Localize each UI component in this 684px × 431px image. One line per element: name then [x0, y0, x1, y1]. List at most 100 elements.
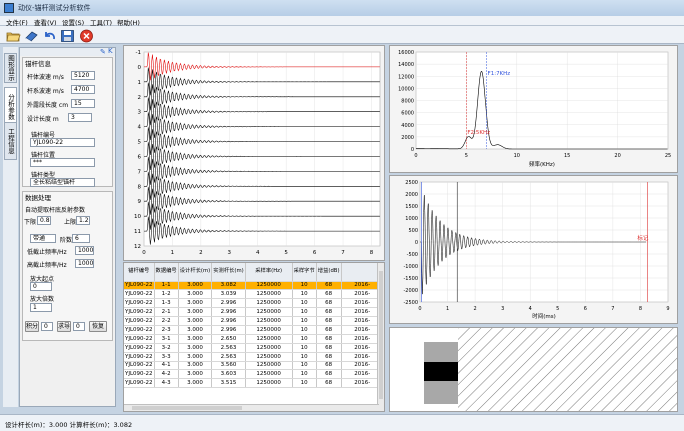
- table-cell: YJL090-22: [124, 281, 155, 291]
- table-row[interactable]: YJL090-22 3-3 3.000 2.563 1250000 10 68 2016-: [124, 352, 384, 362]
- table-cell: 3.082: [211, 281, 246, 291]
- amp-factor-input[interactable]: 1: [30, 303, 52, 312]
- table-header[interactable]: 采样率(Hz): [245, 263, 293, 282]
- tab-graph-display[interactable]: 图形显示: [4, 53, 17, 83]
- table-row[interactable]: YJL090-22 2-2 3.000 2.996 1250000 10 68 2016-: [124, 316, 384, 326]
- table-row[interactable]: YJL090-22 1-3 3.000 2.996 1250000 10 68 2016-: [124, 298, 384, 309]
- time-x-tick: 4: [529, 306, 532, 312]
- exposed-length-input[interactable]: 15: [71, 99, 95, 108]
- toolbar: [0, 26, 684, 44]
- table-cell: 3.000: [178, 352, 213, 362]
- wave-x-tick: 5: [284, 250, 288, 256]
- wave-y-tick: -1: [136, 50, 141, 56]
- spectrum-chart[interactable]: 02000400060008000100001200014000160000 5 1…: [390, 46, 677, 172]
- upper-limit-input[interactable]: 1.2: [76, 216, 90, 225]
- status-bar: 设计杆长(m)：3.000 计算杆长(m)：3.082: [0, 414, 684, 431]
- table-cell: 1-1: [154, 281, 179, 291]
- anchor-id-input[interactable]: YJL090-22: [30, 138, 95, 147]
- tab-analysis-params[interactable]: 分析参数: [4, 87, 17, 127]
- table-cell: 3.603: [211, 369, 246, 380]
- restore-button[interactable]: 恢复: [89, 321, 107, 332]
- table-horizontal-scrollbar[interactable]: [124, 404, 379, 411]
- spectrum-y-tick: 14000: [398, 62, 414, 68]
- panel-header: ✎ K: [20, 47, 115, 56]
- low-cut-input[interactable]: 1000: [75, 246, 94, 255]
- table-cell: 68: [316, 361, 342, 371]
- table-row[interactable]: YJL090-22 2-1 3.000 2.996 1250000 10 68 2016-: [124, 307, 384, 318]
- spectrum-y-tick: 10000: [398, 86, 414, 92]
- table-row[interactable]: YJL090-22 4-3 3.000 3.515 1250000 10 68 2016-: [124, 378, 384, 389]
- end-marker-label: 标记: [637, 234, 649, 242]
- wave-y-tick: 12: [134, 244, 141, 250]
- table-cell: 1-3: [154, 298, 179, 309]
- table-row[interactable]: YJL090-22 1-1 3.000 3.082 1250000 10 68 2016-: [124, 281, 384, 291]
- table-row[interactable]: YJL090-22 3-1 3.000 2.650 1250000 10 68 2016-: [124, 334, 384, 344]
- f1-label: F1:7KHz: [488, 71, 511, 77]
- anchor-position-input[interactable]: ***: [30, 158, 95, 167]
- table-header[interactable]: 锚杆编号: [124, 263, 155, 282]
- anchor-type-input[interactable]: 全长粘结型锚杆: [30, 178, 95, 187]
- table-cell: 68: [316, 369, 342, 380]
- open-folder-icon[interactable]: [5, 28, 21, 42]
- close-icon[interactable]: [78, 28, 93, 43]
- time-x-tick: 8: [639, 306, 642, 312]
- table-cell: 3.000: [178, 325, 213, 335]
- integral-button[interactable]: 积分: [25, 321, 39, 332]
- table-row[interactable]: YJL090-22 3-2 3.000 2.563 1250000 10 68 2016-: [124, 343, 384, 353]
- eraser-icon[interactable]: [23, 28, 38, 42]
- table-cell: 1250000: [245, 361, 293, 371]
- time-y-tick: -1000: [403, 264, 418, 270]
- time-y-tick: -500: [407, 252, 418, 258]
- wave-y-tick: 6: [138, 154, 142, 160]
- pin-icon[interactable]: ✎: [100, 48, 106, 56]
- amp-start-input[interactable]: 0: [30, 282, 52, 291]
- spectrum-y-tick: 6000: [401, 111, 414, 117]
- wave-x-tick: 8: [370, 250, 374, 256]
- table-cell: 68: [316, 307, 342, 318]
- table-cell: 68: [316, 316, 342, 326]
- data-table: 锚杆编号 数据编号 设计杆长(m) 实测杆长(m) 采样率(Hz) 采样字节 增益(dB) …: [124, 263, 384, 389]
- spectrum-y-tick: 8000: [401, 99, 414, 105]
- table-cell: 3-2: [154, 343, 179, 353]
- table-cell: YJL090-22: [124, 316, 155, 326]
- time-x-label: 时间(ms): [532, 312, 556, 320]
- waveform-stack-chart[interactable]: -101234567891011120 1 2 3 4 5 6 7 8: [124, 46, 384, 260]
- time-domain-chart[interactable]: 2500 2000 1500 1000 500 0 -500 -1000 -1500 -2000 -…: [390, 176, 677, 323]
- table-row[interactable]: YJL090-22 1-2 3.000 3.039 1250000 10 68 2016-: [124, 289, 384, 300]
- param-panel: ✎ K 锚杆信息 杆体波速 m/s 5120 杆系波速 m/s 4700 外露段…: [19, 47, 116, 407]
- table-header[interactable]: 设计杆长(m): [178, 263, 213, 282]
- integral-input[interactable]: 0: [41, 322, 53, 331]
- table-cell: 3.039: [211, 289, 246, 300]
- table-row[interactable]: YJL090-22 2-3 3.000 2.996 1250000 10 68 2016-: [124, 325, 384, 335]
- derivative-button[interactable]: 求导: [57, 321, 71, 332]
- table-cell: 2.996: [211, 298, 246, 309]
- derivative-input[interactable]: 0: [73, 322, 85, 331]
- table-cell: 3.515: [211, 378, 246, 389]
- filter-type-select[interactable]: 带通: [30, 234, 56, 243]
- design-length-input[interactable]: 3: [68, 113, 92, 122]
- table-header[interactable]: 实测杆长(m): [211, 263, 246, 282]
- table-cell: 3.000: [178, 289, 213, 300]
- high-cut-input[interactable]: 10000: [75, 259, 94, 268]
- collapse-icon[interactable]: K: [108, 47, 113, 55]
- filter-order-label: 阶数: [60, 237, 73, 244]
- body-velocity-input[interactable]: 5120: [71, 71, 95, 80]
- table-cell: 4-2: [154, 369, 179, 380]
- lower-limit-input[interactable]: 0.8: [37, 216, 51, 225]
- table-row[interactable]: YJL090-22 4-1 3.000 3.560 1250000 10 68 2016-: [124, 361, 384, 371]
- table-cell: 68: [316, 334, 342, 344]
- table-header[interactable]: 增益(dB): [316, 263, 342, 282]
- system-velocity-input[interactable]: 4700: [71, 85, 95, 94]
- filter-order-input[interactable]: 6: [72, 234, 90, 243]
- table-vertical-scrollbar[interactable]: [377, 263, 384, 411]
- table-cell: YJL090-22: [124, 289, 155, 300]
- table-cell: 10: [292, 361, 317, 371]
- table-cell: 1250000: [245, 369, 293, 380]
- table-header[interactable]: 采样字节: [292, 263, 317, 282]
- table-cell: 3-3: [154, 352, 179, 362]
- table-header[interactable]: 数据编号: [154, 263, 179, 282]
- tab-project-info[interactable]: 工程信息: [4, 122, 17, 160]
- save-icon[interactable]: [59, 28, 74, 42]
- table-row[interactable]: YJL090-22 4-2 3.000 3.603 1250000 10 68 2016-: [124, 369, 384, 380]
- undo-icon[interactable]: [41, 28, 56, 42]
